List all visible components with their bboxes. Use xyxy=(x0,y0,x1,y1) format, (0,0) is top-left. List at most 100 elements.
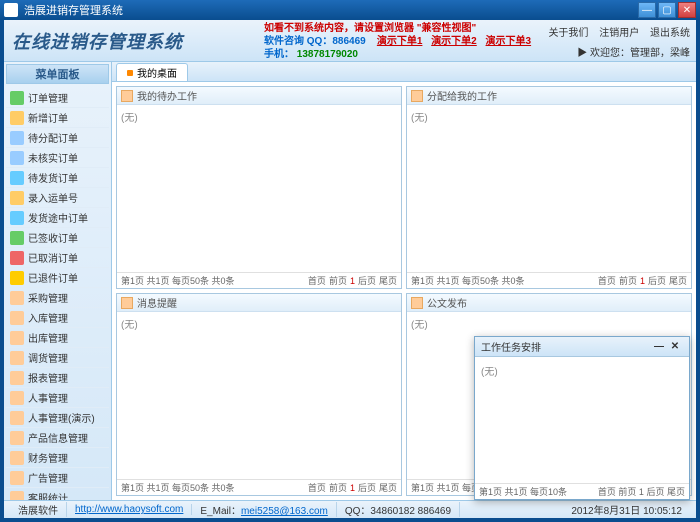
menu-label: 人事管理(演示) xyxy=(28,410,95,425)
exit-link[interactable]: 退出系统 xyxy=(650,28,690,39)
menu-icon xyxy=(10,451,24,465)
sidebar-item-12[interactable]: 出库管理 xyxy=(6,328,109,348)
menu-icon xyxy=(10,151,24,165)
panel-header: 分配给我的工作 xyxy=(407,87,691,105)
panel-1: 分配给我的工作(无)第1页 共1页 每页50条 共0条首页前页1后页尾页 xyxy=(406,86,692,289)
status-datetime: 2012年8月31日 10:05:12 xyxy=(563,502,690,517)
maximize-button[interactable]: ▢ xyxy=(658,2,676,18)
menu-icon xyxy=(10,91,24,105)
pg-next[interactable]: 后页 xyxy=(358,483,376,493)
popup-pg-prev[interactable]: 前页 xyxy=(618,487,636,497)
demo-link-2[interactable]: 演示下单2 xyxy=(431,36,477,47)
pg-num: 1 xyxy=(350,483,355,493)
popup-close-button[interactable]: ✕ xyxy=(667,341,683,352)
pg-prev[interactable]: 前页 xyxy=(329,483,347,493)
sidebar-item-9[interactable]: 已退件订单 xyxy=(6,268,109,288)
status-company: 浩展软件 xyxy=(10,502,67,517)
demo-link-1[interactable]: 演示下单1 xyxy=(377,36,423,47)
sidebar-item-8[interactable]: 已取消订单 xyxy=(6,248,109,268)
sidebar-item-11[interactable]: 入库管理 xyxy=(6,308,109,328)
pg-next[interactable]: 后页 xyxy=(648,276,666,286)
menu-label: 出库管理 xyxy=(28,330,68,345)
sidebar-item-20[interactable]: 客服统计 xyxy=(6,488,109,500)
menu-label: 待发货订单 xyxy=(28,170,78,185)
sidebar-title: 菜单面板 xyxy=(6,64,109,84)
sidebar-item-7[interactable]: 已签收订单 xyxy=(6,228,109,248)
tab-bar: 我的桌面 xyxy=(112,62,696,82)
menu-label: 新增订单 xyxy=(28,110,68,125)
popup-minimize-button[interactable]: — xyxy=(651,341,667,352)
welcome-text: ▶ 欢迎您：管理部，梁峰 xyxy=(577,44,690,59)
popup-pg-last[interactable]: 尾页 xyxy=(667,487,685,497)
panel-body: (无) xyxy=(117,312,401,479)
pg-first[interactable]: 首页 xyxy=(308,483,326,493)
menu-icon xyxy=(10,251,24,265)
pg-last[interactable]: 尾页 xyxy=(669,276,687,286)
popup-header[interactable]: 工作任务安排 — ✕ xyxy=(475,337,689,357)
menu-icon xyxy=(10,331,24,345)
minimize-button[interactable]: — xyxy=(638,2,656,18)
sidebar-item-16[interactable]: 人事管理(演示) xyxy=(6,408,109,428)
sidebar-item-6[interactable]: 发货途中订单 xyxy=(6,208,109,228)
menu-label: 调货管理 xyxy=(28,350,68,365)
menu-label: 财务管理 xyxy=(28,450,68,465)
panel-body: (无) xyxy=(407,105,691,272)
menu-icon xyxy=(10,271,24,285)
sidebar-item-10[interactable]: 采购管理 xyxy=(6,288,109,308)
menu-label: 未核实订单 xyxy=(28,150,78,165)
menu-icon xyxy=(10,231,24,245)
pg-prev[interactable]: 前页 xyxy=(619,276,637,286)
sidebar-item-4[interactable]: 待发货订单 xyxy=(6,168,109,188)
sidebar-item-15[interactable]: 人事管理 xyxy=(6,388,109,408)
tab-label: 我的桌面 xyxy=(137,65,177,80)
sidebar-item-18[interactable]: 财务管理 xyxy=(6,448,109,468)
sidebar-item-13[interactable]: 调货管理 xyxy=(6,348,109,368)
close-button[interactable]: ✕ xyxy=(678,2,696,18)
popup-pg-first[interactable]: 首页 xyxy=(598,487,616,497)
panel-icon xyxy=(121,90,133,102)
menu-icon xyxy=(10,431,24,445)
menu-icon xyxy=(10,371,24,385)
logout-link[interactable]: 注销用户 xyxy=(599,28,639,39)
sidebar-item-5[interactable]: 录入运单号 xyxy=(6,188,109,208)
menu-label: 人事管理 xyxy=(28,390,68,405)
panel-title: 消息提醒 xyxy=(137,295,177,310)
pg-first[interactable]: 首页 xyxy=(308,276,326,286)
menu-label: 录入运单号 xyxy=(28,190,78,205)
sidebar-item-17[interactable]: 产品信息管理 xyxy=(6,428,109,448)
sidebar-item-1[interactable]: 新增订单 xyxy=(6,108,109,128)
header: 在线进销存管理系统 如看不到系统内容，请设置浏览器 "兼容性视图" 软件咨询 Q… xyxy=(4,20,696,62)
panel-title: 我的待办工作 xyxy=(137,88,197,103)
popup-pager: 第1页 共1页 每页10条 首页 前页 1 后页 尾页 xyxy=(475,483,689,499)
pg-last[interactable]: 尾页 xyxy=(379,276,397,286)
app-icon xyxy=(4,3,18,17)
panel-pager: 第1页 共1页 每页50条 共0条首页前页1后页尾页 xyxy=(117,479,401,495)
sidebar-item-14[interactable]: 报表管理 xyxy=(6,368,109,388)
sidebar-item-3[interactable]: 未核实订单 xyxy=(6,148,109,168)
menu-icon xyxy=(10,491,24,501)
pg-prev[interactable]: 前页 xyxy=(329,276,347,286)
status-email: E_Mail：mei5258@163.com xyxy=(192,502,336,517)
tab-desktop[interactable]: 我的桌面 xyxy=(116,63,188,81)
sidebar-item-19[interactable]: 广告管理 xyxy=(6,468,109,488)
about-link[interactable]: 关于我们 xyxy=(548,28,588,39)
window-title: 浩展进销存管理系统 xyxy=(24,2,638,18)
panel-pager: 第1页 共1页 每页50条 共0条首页前页1后页尾页 xyxy=(407,272,691,288)
pg-last[interactable]: 尾页 xyxy=(379,483,397,493)
panel-body: (无) xyxy=(117,105,401,272)
menu-icon xyxy=(10,471,24,485)
panel-icon xyxy=(411,90,423,102)
demo-link-3[interactable]: 演示下单3 xyxy=(486,36,532,47)
pg-next[interactable]: 后页 xyxy=(358,276,376,286)
header-notice: 如看不到系统内容，请设置浏览器 "兼容性视图" 软件咨询 QQ：886469 演… xyxy=(264,22,531,61)
popup-pg-next[interactable]: 后页 xyxy=(646,487,664,497)
status-site[interactable]: http://www.haoysoft.com xyxy=(67,504,192,515)
pg-first[interactable]: 首页 xyxy=(598,276,616,286)
pg-num: 1 xyxy=(640,276,645,286)
sidebar-item-0[interactable]: 订单管理 xyxy=(6,88,109,108)
popup-body: (无) xyxy=(475,357,689,483)
menu-label: 产品信息管理 xyxy=(28,430,88,445)
sidebar-item-2[interactable]: 待分配订单 xyxy=(6,128,109,148)
menu-label: 已签收订单 xyxy=(28,230,78,245)
menu-icon xyxy=(10,411,24,425)
